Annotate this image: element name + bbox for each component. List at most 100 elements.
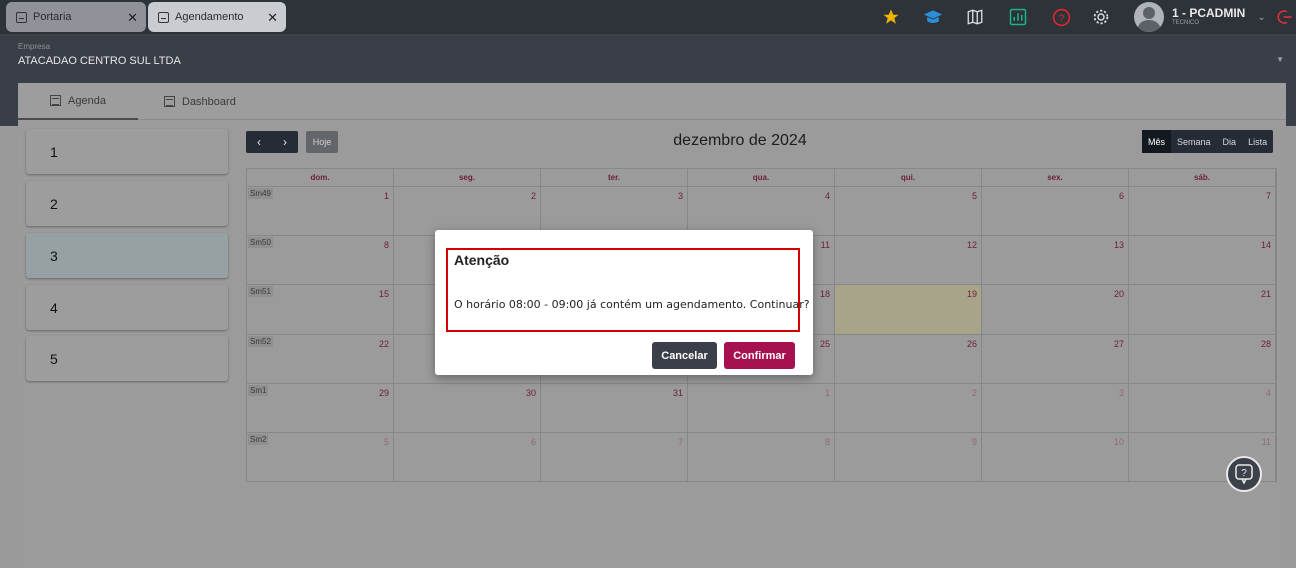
view-month-button[interactable]: Mês <box>1142 130 1172 153</box>
day-number[interactable]: 8 <box>384 240 389 250</box>
day-cell[interactable]: 2 <box>394 187 541 236</box>
map-icon[interactable] <box>964 6 986 28</box>
day-cell[interactable]: Sm50 8 <box>247 236 394 285</box>
tab-dashboard[interactable]: Dashboard <box>164 83 254 120</box>
cancel-button[interactable]: Cancelar <box>652 342 717 369</box>
room-item[interactable]: 1 <box>26 129 228 174</box>
day-number[interactable]: 1 <box>384 191 389 201</box>
day-cell[interactable]: Sm2 5 <box>247 433 394 482</box>
day-number[interactable]: 14 <box>1261 240 1271 250</box>
day-cell[interactable]: Sm1 29 <box>247 384 394 433</box>
day-cell[interactable]: 8 <box>688 433 835 482</box>
next-button[interactable]: › <box>272 131 298 153</box>
day-number[interactable]: 6 <box>1119 191 1124 201</box>
user-menu[interactable]: 1 - PCADMIN TECNICO ⌄ <box>1134 2 1266 32</box>
day-cell[interactable]: Sm52 22 <box>247 335 394 384</box>
prev-button[interactable]: ‹ <box>246 131 272 153</box>
day-cell[interactable]: 27 <box>982 335 1129 384</box>
day-cell[interactable]: 6 <box>394 433 541 482</box>
today-button[interactable]: Hoje <box>306 131 338 153</box>
view-list-button[interactable]: Lista <box>1242 130 1273 153</box>
day-cell[interactable]: 31 <box>541 384 688 433</box>
day-number[interactable]: 11 <box>821 240 830 250</box>
day-cell[interactable]: 13 <box>982 236 1129 285</box>
day-cell[interactable]: 3 <box>982 384 1129 433</box>
day-cell[interactable]: 14 <box>1129 236 1276 285</box>
day-number[interactable]: 19 <box>967 289 977 299</box>
day-number[interactable]: 27 <box>1114 339 1124 349</box>
day-number[interactable]: 1 <box>825 388 830 398</box>
help-button[interactable]: ? <box>1226 456 1262 492</box>
day-cell[interactable]: 19 <box>835 285 982 335</box>
close-icon[interactable]: ✕ <box>267 10 278 26</box>
day-number[interactable]: 2 <box>531 191 536 201</box>
day-number[interactable]: 21 <box>1261 289 1271 299</box>
graduation-cap-icon[interactable] <box>922 6 944 28</box>
day-cell[interactable]: 2 <box>835 384 982 433</box>
close-icon[interactable]: ✕ <box>127 10 138 26</box>
company-selector[interactable]: Empresa ATACADAO CENTRO SUL LTDA ▼ <box>0 35 1296 73</box>
day-number[interactable]: 30 <box>526 388 536 398</box>
day-number[interactable]: 5 <box>972 191 977 201</box>
day-number[interactable]: 28 <box>1261 339 1271 349</box>
day-number[interactable]: 20 <box>1114 289 1124 299</box>
view-day-button[interactable]: Dia <box>1217 130 1243 153</box>
day-number[interactable]: 6 <box>531 437 536 447</box>
confirm-button[interactable]: Confirmar <box>724 342 795 369</box>
day-number[interactable]: 9 <box>972 437 977 447</box>
tab-agendamento[interactable]: Agendamento ✕ <box>148 2 286 32</box>
day-cell[interactable]: 4 <box>1129 384 1276 433</box>
day-number[interactable]: 13 <box>1114 240 1124 250</box>
tab-portaria[interactable]: Portaria ✕ <box>6 2 146 32</box>
day-cell[interactable]: 4 <box>688 187 835 236</box>
day-number[interactable]: 31 <box>673 388 683 398</box>
day-number[interactable]: 7 <box>1266 191 1271 201</box>
room-item[interactable]: 2 <box>26 181 228 226</box>
day-cell[interactable]: 26 <box>835 335 982 384</box>
day-cell[interactable]: 1 <box>688 384 835 433</box>
day-number[interactable]: 29 <box>379 388 389 398</box>
day-number[interactable]: 10 <box>1114 437 1124 447</box>
tab-agenda[interactable]: Agenda <box>18 83 138 120</box>
day-cell[interactable]: 7 <box>541 433 688 482</box>
day-cell[interactable]: 7 <box>1129 187 1276 236</box>
logout-icon[interactable] <box>1274 6 1296 28</box>
day-number[interactable]: 5 <box>384 437 389 447</box>
day-cell[interactable]: 28 <box>1129 335 1276 384</box>
gear-icon[interactable] <box>1090 6 1112 28</box>
room-item[interactable]: 5 <box>26 336 228 381</box>
day-number[interactable]: 22 <box>379 339 389 349</box>
day-cell[interactable]: 30 <box>394 384 541 433</box>
day-cell[interactable]: 20 <box>982 285 1129 335</box>
day-cell[interactable]: 3 <box>541 187 688 236</box>
day-number[interactable]: 26 <box>967 339 977 349</box>
day-number[interactable]: 3 <box>1119 388 1124 398</box>
room-item[interactable]: 4 <box>26 285 228 330</box>
day-number[interactable]: 11 <box>1262 437 1271 447</box>
day-cell[interactable]: Sm51 15 <box>247 285 394 335</box>
day-cell[interactable]: 12 <box>835 236 982 285</box>
day-cell[interactable]: 6 <box>982 187 1129 236</box>
help-circle-icon[interactable]: ? <box>1050 6 1072 28</box>
day-cell[interactable]: Sm49 1 <box>247 187 394 236</box>
day-number[interactable]: 2 <box>972 388 977 398</box>
day-number[interactable]: 18 <box>820 289 830 299</box>
day-number[interactable]: 12 <box>967 240 977 250</box>
chart-icon[interactable] <box>1007 6 1029 28</box>
day-cell[interactable]: 5 <box>835 187 982 236</box>
view-week-button[interactable]: Semana <box>1171 130 1217 153</box>
star-icon[interactable] <box>880 6 902 28</box>
day-number[interactable]: 4 <box>825 191 830 201</box>
day-cell[interactable]: 10 <box>982 433 1129 482</box>
day-number[interactable]: 3 <box>678 191 683 201</box>
tab-label: Agendamento <box>175 11 244 23</box>
day-number[interactable]: 7 <box>678 437 683 447</box>
day-cell[interactable]: 21 <box>1129 285 1276 335</box>
week-number: Sm50 <box>248 237 273 248</box>
day-cell[interactable]: 9 <box>835 433 982 482</box>
day-number[interactable]: 15 <box>379 289 389 299</box>
day-number[interactable]: 25 <box>820 339 830 349</box>
day-number[interactable]: 4 <box>1266 388 1271 398</box>
room-item-selected[interactable]: 3 <box>26 233 228 278</box>
day-number[interactable]: 8 <box>825 437 830 447</box>
